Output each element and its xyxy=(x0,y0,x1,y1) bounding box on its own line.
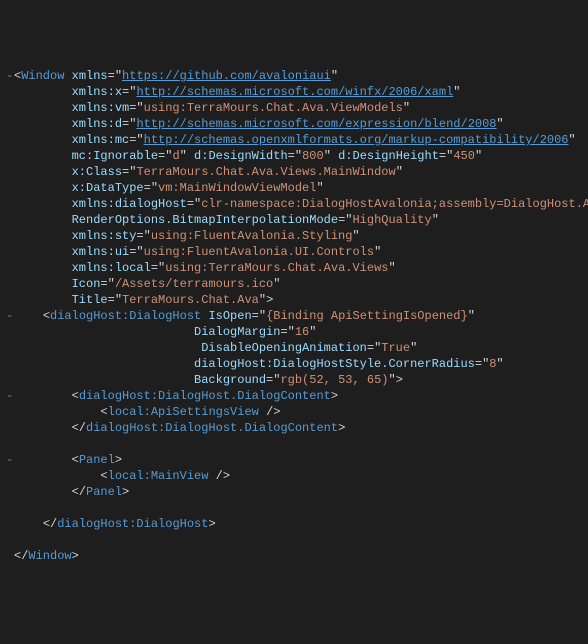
fold-gutter[interactable] xyxy=(6,164,14,180)
fold-gutter[interactable] xyxy=(6,404,14,420)
code-line[interactable]: RenderOptions.BitmapInterpolationMode="H… xyxy=(6,212,588,228)
code-line[interactable]: DialogMargin="16" xyxy=(6,324,588,340)
fold-gutter[interactable] xyxy=(6,324,14,340)
code-line[interactable]: Background="rgb(52, 53, 65)"> xyxy=(6,372,588,388)
code-line[interactable]: x:Class="TerraMours.Chat.Ava.Views.MainW… xyxy=(6,164,588,180)
code-line[interactable]: xmlns:local="using:TerraMours.Chat.Ava.V… xyxy=(6,260,588,276)
code-line[interactable] xyxy=(6,436,588,452)
code-line[interactable]: xmlns:mc="http://schemas.openxmlformats.… xyxy=(6,132,588,148)
code-line[interactable]: DisableOpeningAnimation="True" xyxy=(6,340,588,356)
code-line[interactable]: mc:Ignorable="d" d:DesignWidth="800" d:D… xyxy=(6,148,588,164)
code-line[interactable]: </Window> xyxy=(6,548,588,564)
code-line[interactable]: -<Window xmlns="https://github.com/avalo… xyxy=(6,68,588,84)
code-line[interactable]: xmlns:sty="using:FluentAvalonia.Styling" xyxy=(6,228,588,244)
fold-gutter[interactable] xyxy=(6,372,14,388)
fold-gutter[interactable] xyxy=(6,532,14,548)
fold-gutter[interactable] xyxy=(6,548,14,564)
fold-gutter[interactable] xyxy=(6,420,14,436)
code-line[interactable] xyxy=(6,500,588,516)
fold-gutter[interactable] xyxy=(6,260,14,276)
code-line[interactable]: xmlns:x="http://schemas.microsoft.com/wi… xyxy=(6,84,588,100)
code-line[interactable]: </Panel> xyxy=(6,484,588,500)
fold-gutter[interactable] xyxy=(6,244,14,260)
code-line[interactable]: xmlns:ui="using:FluentAvalonia.UI.Contro… xyxy=(6,244,588,260)
fold-gutter[interactable]: - xyxy=(6,308,14,324)
code-line[interactable]: - <dialogHost:DialogHost.DialogContent> xyxy=(6,388,588,404)
code-line[interactable] xyxy=(6,532,588,548)
fold-gutter[interactable] xyxy=(6,436,14,452)
fold-gutter[interactable] xyxy=(6,500,14,516)
fold-gutter[interactable] xyxy=(6,100,14,116)
fold-gutter[interactable] xyxy=(6,132,14,148)
fold-gutter[interactable] xyxy=(6,84,14,100)
fold-gutter[interactable] xyxy=(6,212,14,228)
fold-gutter[interactable] xyxy=(6,484,14,500)
fold-gutter[interactable] xyxy=(6,356,14,372)
fold-gutter[interactable]: - xyxy=(6,452,14,468)
code-line[interactable]: </dialogHost:DialogHost> xyxy=(6,516,588,532)
fold-gutter[interactable] xyxy=(6,116,14,132)
fold-gutter[interactable] xyxy=(6,228,14,244)
fold-gutter[interactable] xyxy=(6,292,14,308)
fold-gutter[interactable]: - xyxy=(6,68,14,84)
code-line[interactable]: xmlns:d="http://schemas.microsoft.com/ex… xyxy=(6,116,588,132)
code-line[interactable]: dialogHost:DialogHostStyle.CornerRadius=… xyxy=(6,356,588,372)
code-line[interactable]: Title="TerraMours.Chat.Ava"> xyxy=(6,292,588,308)
code-editor[interactable]: -<Window xmlns="https://github.com/avalo… xyxy=(6,68,588,564)
fold-gutter[interactable] xyxy=(6,180,14,196)
fold-gutter[interactable] xyxy=(6,276,14,292)
code-line[interactable]: - <Panel> xyxy=(6,452,588,468)
code-line[interactable]: </dialogHost:DialogHost.DialogContent> xyxy=(6,420,588,436)
fold-gutter[interactable] xyxy=(6,148,14,164)
code-line[interactable]: Icon="/Assets/terramours.ico" xyxy=(6,276,588,292)
code-line[interactable]: xmlns:vm="using:TerraMours.Chat.Ava.View… xyxy=(6,100,588,116)
fold-gutter[interactable]: - xyxy=(6,388,14,404)
code-line[interactable]: <local:MainView /> xyxy=(6,468,588,484)
code-line[interactable]: x:DataType="vm:MainWindowViewModel" xyxy=(6,180,588,196)
code-line[interactable]: xmlns:dialogHost="clr-namespace:DialogHo… xyxy=(6,196,588,212)
fold-gutter[interactable] xyxy=(6,340,14,356)
fold-gutter[interactable] xyxy=(6,516,14,532)
code-line[interactable]: - <dialogHost:DialogHost IsOpen="{Bindin… xyxy=(6,308,588,324)
fold-gutter[interactable] xyxy=(6,468,14,484)
code-line[interactable]: <local:ApiSettingsView /> xyxy=(6,404,588,420)
fold-gutter[interactable] xyxy=(6,196,14,212)
